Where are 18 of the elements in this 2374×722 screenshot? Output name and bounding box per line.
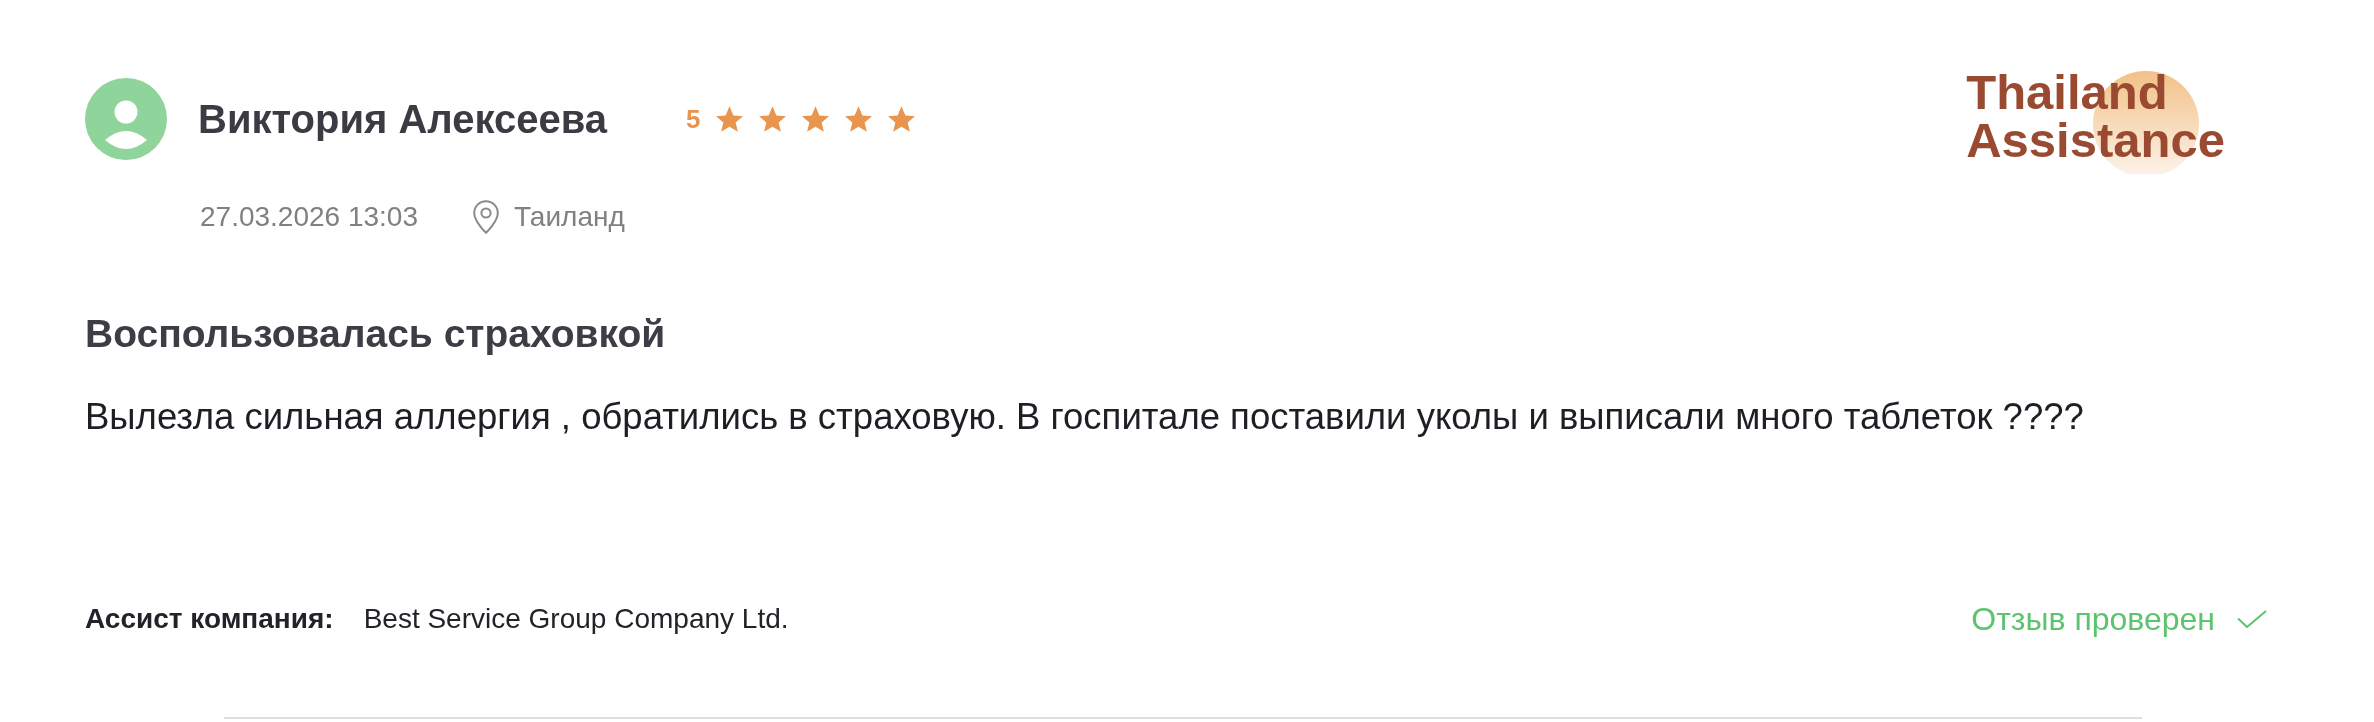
- star-icon: [887, 106, 915, 132]
- assist-company-name: Best Service Group Company Ltd.: [363, 602, 789, 636]
- rating-value: 5: [686, 104, 701, 134]
- review-text: Вылезла сильная аллергия , обратились в страховую. В госпитале поставили уколы и выписали много таблеток ????: [85, 395, 2085, 439]
- star-icon: [801, 106, 829, 132]
- verified-label: Отзыв проверен: [1971, 601, 2215, 637]
- user-avatar-icon: [85, 78, 167, 160]
- review-date: 27.03.2026 13:03: [200, 200, 418, 234]
- star-icon: [715, 106, 743, 132]
- assist-company-label: Ассист компания:: [85, 602, 334, 636]
- location-name: Таиланд: [514, 200, 625, 234]
- location-pin-icon: [473, 200, 499, 234]
- review-title: Воспользовалась страховкой: [85, 311, 667, 357]
- star-icon: [758, 106, 786, 132]
- author-name: Виктория Алексеева: [198, 96, 608, 142]
- brand-logo: Thailand Assistance: [1966, 68, 2225, 174]
- check-icon: [2237, 610, 2267, 628]
- star-icon: [844, 106, 872, 132]
